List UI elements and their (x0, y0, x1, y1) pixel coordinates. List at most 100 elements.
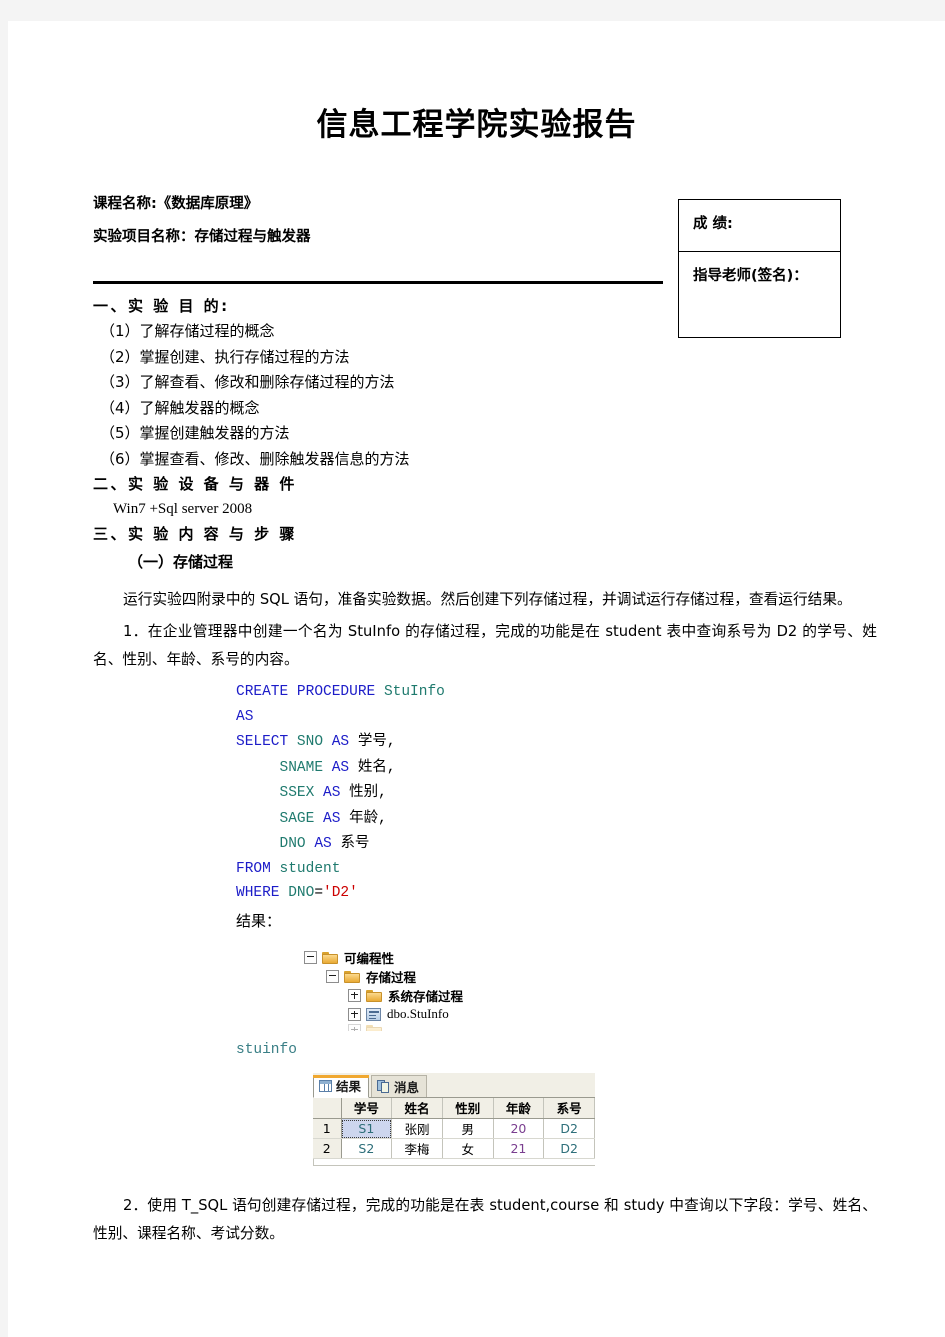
result-cell[interactable]: S2 (341, 1138, 393, 1159)
tree-node[interactable]: 可编程性 (304, 948, 564, 967)
sql-token: student (279, 860, 341, 877)
section-1-heading: 一、实 验 目 的: (93, 297, 230, 315)
sql-token: 'D2' (323, 885, 358, 901)
list-item: （6）掌握查看、修改、删除触发器信息的方法 (100, 449, 410, 468)
document-body: 一、实 验 目 的: （1）了解存储过程的概念 （2）掌握创建、执行存储过程的方… (8, 294, 945, 1248)
sql-token: AS (236, 708, 254, 725)
score-label: 成 绩: (679, 200, 840, 252)
stored-procedure-icon (366, 1007, 381, 1021)
folder-icon (366, 1024, 382, 1031)
sql-token: 性别 (349, 784, 379, 800)
result-cell[interactable]: D2 (543, 1118, 595, 1139)
tab-messages[interactable]: 消息 (371, 1074, 428, 1097)
sql-indent (236, 785, 280, 801)
column-header[interactable]: 系号 (543, 1097, 595, 1119)
sql-token: , (386, 734, 396, 750)
sql-token: AS (323, 785, 341, 801)
sql-line: FROM student (236, 857, 945, 882)
objectives-list: （1）了解存储过程的概念 （2）掌握创建、执行存储过程的方法 （3）了解查看、修… (8, 319, 945, 472)
result-cell[interactable]: 男 (442, 1118, 494, 1139)
sql-line: SSEX AS 性别, (236, 780, 945, 806)
tree-node[interactable]: 系统存储过程 (348, 986, 564, 1005)
sql-line: WHERE DNO='D2' (236, 881, 945, 906)
result-cell[interactable]: D2 (543, 1138, 595, 1159)
object-explorer-tree: 可编程性 存储过程 系统存储过程 dbo.StuInfo (304, 948, 564, 1031)
sql-token: StuInfo (383, 684, 445, 700)
folder-icon (344, 970, 360, 983)
sql-line: CREATE PROCEDURE StuInfo (236, 680, 945, 705)
results-pane: 结果 消息 学号 姓名 性别 年龄 系号 1 S1 张刚 男 20 D2 2 S… (313, 1072, 595, 1166)
sql-line: AS (236, 705, 945, 730)
task-1-paragraph: 1．在企业管理器中创建一个名为 StuInfo 的存储过程，完成的功能是在 st… (93, 623, 877, 668)
tree-node[interactable]: 存储过程 (326, 967, 564, 986)
sql-token: 学号 (357, 733, 387, 749)
sql-token: SNAME (279, 759, 324, 776)
results-body: 1 S1 张刚 男 20 D2 2 S2 李梅 女 21 D2 (313, 1118, 595, 1159)
sql-token: AS (314, 836, 332, 852)
tree-node-label: dbo.StuInfo (387, 1006, 449, 1021)
section-2-heading: 二、实 验 设 备 与 器 件 (93, 475, 297, 493)
grid-icon (319, 1079, 332, 1092)
sql-token: SNO (296, 734, 324, 750)
sql-token: , (386, 759, 396, 776)
result-cell[interactable]: 20 (493, 1118, 545, 1139)
result-cell[interactable]: 21 (493, 1138, 545, 1159)
expand-icon[interactable] (348, 1007, 361, 1021)
tree-node[interactable]: dbo.StuInfo (348, 1005, 564, 1024)
sql-line: SELECT SNO AS 学号, (236, 729, 945, 755)
sql-token: 姓名 (357, 758, 387, 775)
result-cell[interactable]: 李梅 (391, 1138, 443, 1159)
table-row[interactable]: 1 S1 张刚 男 20 D2 (313, 1118, 595, 1139)
sql-token: SSEX (279, 785, 315, 801)
folder-icon (366, 989, 382, 1002)
expand-icon (348, 1023, 361, 1031)
tree-node-label: 可编程性 (344, 950, 395, 966)
sql-token: AS (331, 759, 350, 776)
results-grid[interactable]: 学号 姓名 性别 年龄 系号 1 S1 张刚 男 20 D2 2 S2 李梅 女… (313, 1097, 595, 1159)
column-header[interactable]: 姓名 (391, 1097, 443, 1119)
header-divider (93, 281, 663, 284)
list-item: （3）了解查看、修改和删除存储过程的方法 (100, 373, 395, 391)
message-icon (377, 1079, 390, 1093)
column-header[interactable]: 性别 (442, 1097, 494, 1119)
sql-indent (236, 811, 280, 827)
sql-token: = (314, 885, 324, 901)
column-header[interactable]: 学号 (341, 1097, 393, 1119)
page-sheet: 信息工程学院实验报告 课程名称:《数据库原理》 实验项目名称：存储过程与触发器 … (8, 21, 945, 1337)
table-row[interactable]: 2 S2 李梅 女 21 D2 (313, 1138, 595, 1159)
sql-token: PROCEDURE (296, 684, 376, 700)
task-2-paragraph: 2．使用 T_SQL 语句创建存储过程，完成的功能是在表 student,cou… (93, 1197, 877, 1242)
sql-token: , (378, 810, 387, 827)
tab-results-label: 结果 (336, 1079, 362, 1094)
page-left-gutter (0, 0, 8, 1337)
expand-icon[interactable] (348, 988, 361, 1002)
course-name-label: 课程名称:《数据库原理》 (93, 196, 259, 212)
collapse-icon[interactable] (326, 969, 339, 983)
sql-token: SAGE (279, 810, 315, 827)
page-top-gutter (0, 0, 945, 21)
collapse-icon[interactable] (304, 950, 317, 964)
result-cell-selected[interactable]: S1 (341, 1118, 393, 1139)
sql-line: DNO AS 系号 (236, 831, 945, 857)
result-cell[interactable]: 张刚 (391, 1118, 443, 1139)
sql-line: SAGE AS 年龄, (236, 806, 945, 832)
sql-token: DNO (279, 836, 306, 852)
row-number: 2 (313, 1138, 342, 1159)
sql-token: AS (331, 734, 350, 750)
sql-token: 年龄 (349, 809, 379, 826)
folder-icon (322, 951, 338, 964)
page-title: 信息工程学院实验报告 (316, 107, 637, 143)
column-header[interactable]: 年龄 (493, 1097, 545, 1119)
sql-token: 系号 (340, 835, 370, 851)
results-tabstrip: 结果 消息 (313, 1072, 595, 1098)
tab-results[interactable]: 结果 (313, 1074, 370, 1098)
result-cell[interactable]: 女 (442, 1138, 494, 1159)
